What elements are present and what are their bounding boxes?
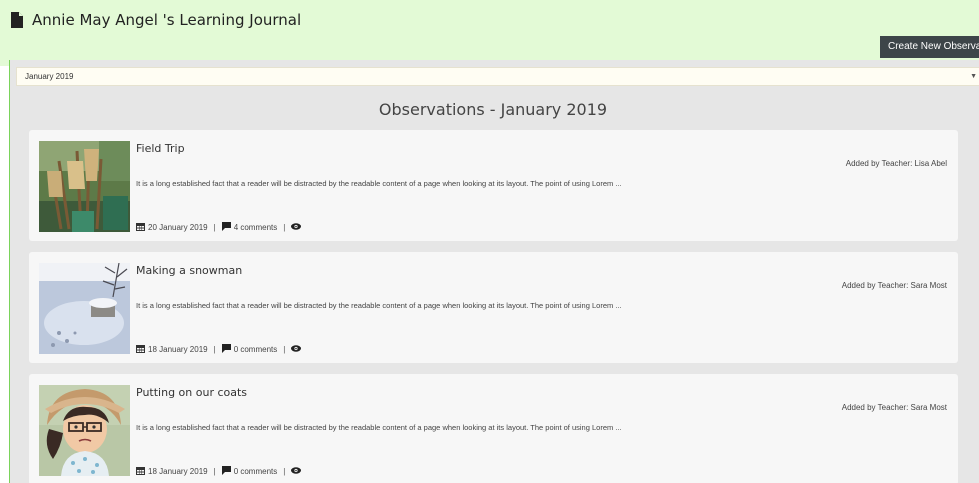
header: Annie May Angel 's Learning Journal Crea… xyxy=(0,0,979,66)
observation-title[interactable]: Putting on our coats xyxy=(136,386,247,399)
observation-meta: 20 January 2019 | 4 comments | xyxy=(136,222,304,233)
comments-count[interactable]: 4 comments xyxy=(234,223,278,232)
observation-date: 18 January 2019 xyxy=(148,467,208,476)
observation-card[interactable]: Putting on our coats Added by Teacher: S… xyxy=(29,374,958,483)
observation-date: 18 January 2019 xyxy=(148,345,208,354)
month-select-value: January 2019 xyxy=(25,72,74,81)
teacher-credit: Added by Teacher: Sara Most xyxy=(841,403,947,412)
separator: | xyxy=(213,345,216,354)
comment-icon xyxy=(221,344,231,355)
observation-title[interactable]: Making a snowman xyxy=(136,264,242,277)
observation-excerpt: It is a long established fact that a rea… xyxy=(136,179,622,188)
observation-meta: 18 January 2019 | 0 comments | xyxy=(136,344,304,355)
calendar-icon xyxy=(136,222,145,233)
observation-excerpt: It is a long established fact that a rea… xyxy=(136,301,622,310)
observation-date: 20 January 2019 xyxy=(148,223,208,232)
caret-down-icon: ▼ xyxy=(970,73,977,80)
separator: | xyxy=(283,223,286,232)
observations-panel: January 2019 ▼ Observations - January 20… xyxy=(9,60,979,483)
separator: | xyxy=(283,467,286,476)
eye-icon[interactable] xyxy=(291,223,302,232)
observation-card[interactable]: Field Trip Added by Teacher: Lisa Abel I… xyxy=(29,130,958,241)
calendar-icon xyxy=(136,466,145,477)
cartoon-girl-avatar xyxy=(39,385,130,476)
observation-card[interactable]: Making a snowman Added by Teacher: Sara … xyxy=(29,252,958,363)
journal-title: Annie May Angel 's Learning Journal xyxy=(10,11,301,29)
page-title: Observations - January 2019 xyxy=(378,100,608,119)
teacher-credit: Added by Teacher: Sara Most xyxy=(841,281,947,290)
snow-photo xyxy=(39,263,130,354)
month-select[interactable]: January 2019 ▼ xyxy=(16,67,979,86)
brooms-photo xyxy=(39,141,130,232)
separator: | xyxy=(213,223,216,232)
eye-icon[interactable] xyxy=(291,467,302,476)
separator: | xyxy=(213,467,216,476)
comment-icon xyxy=(221,466,231,477)
comments-count[interactable]: 0 comments xyxy=(234,345,278,354)
file-icon xyxy=(11,12,23,28)
observation-thumbnail[interactable] xyxy=(39,141,130,232)
observation-excerpt: It is a long established fact that a rea… xyxy=(136,423,622,432)
create-new-observation-button[interactable]: Create New Observation xyxy=(880,36,979,58)
separator: | xyxy=(283,345,286,354)
journal-title-text: Annie May Angel 's Learning Journal xyxy=(32,11,302,29)
comments-count[interactable]: 0 comments xyxy=(234,467,278,476)
eye-icon[interactable] xyxy=(291,345,302,354)
comment-icon xyxy=(221,222,231,233)
observation-thumbnail[interactable] xyxy=(39,385,130,476)
calendar-icon xyxy=(136,344,145,355)
observation-thumbnail[interactable] xyxy=(39,263,130,354)
observation-title[interactable]: Field Trip xyxy=(136,142,185,155)
teacher-credit: Added by Teacher: Lisa Abel xyxy=(845,159,947,168)
observation-meta: 18 January 2019 | 0 comments | xyxy=(136,466,304,477)
